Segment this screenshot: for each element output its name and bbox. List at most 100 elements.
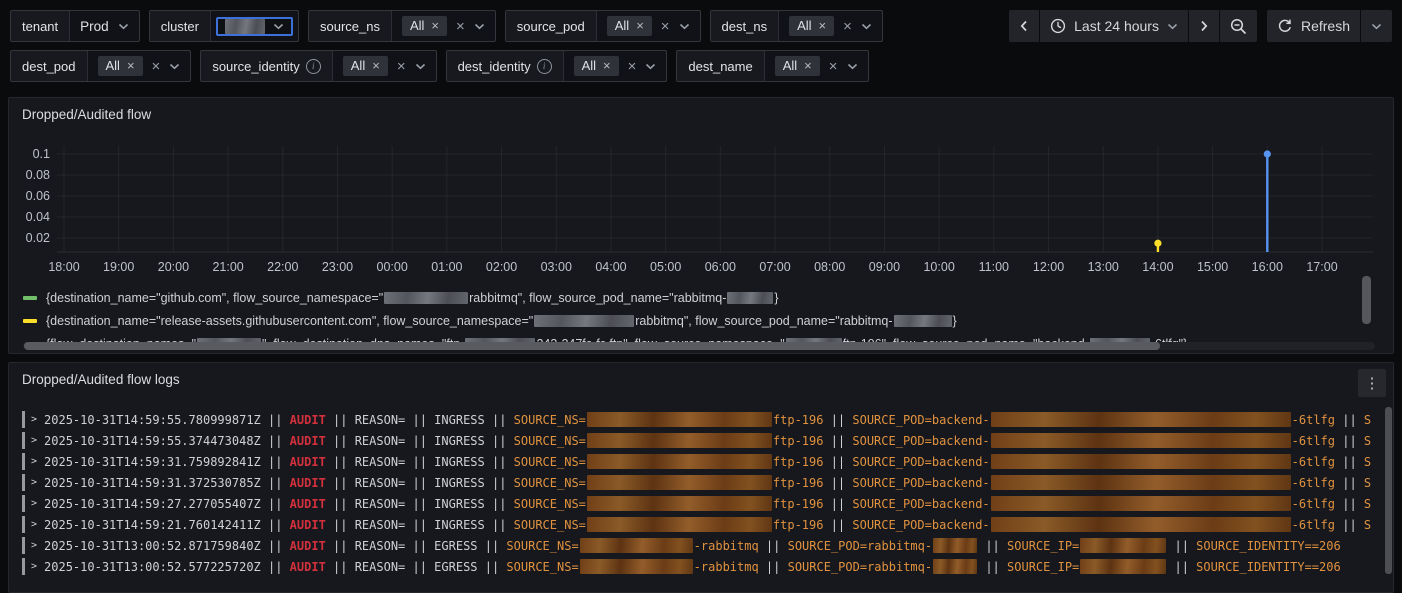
chevron-down-icon — [679, 23, 690, 30]
filter-chip[interactable]: All × — [343, 56, 388, 76]
filter-chip[interactable]: All× — [607, 16, 652, 36]
log-row[interactable]: >2025-10-31T13:00:52.871759840Z || AUDIT… — [22, 535, 1384, 556]
filter-chip[interactable]: All× — [775, 56, 820, 76]
chip-remove-icon[interactable]: × — [819, 18, 827, 34]
legend-series-color-icon — [23, 296, 37, 300]
chip-remove-icon[interactable]: × — [372, 58, 380, 74]
log-expand-icon[interactable]: > — [31, 435, 37, 446]
zoom-out-time-button[interactable] — [1220, 10, 1257, 42]
chevron-down-icon — [861, 23, 872, 30]
redacted-text — [587, 433, 772, 448]
log-expand-icon[interactable]: > — [31, 477, 37, 488]
filter-value[interactable]: Prod — [70, 11, 139, 41]
refresh-interval-dropdown[interactable] — [1361, 10, 1392, 42]
clear-filter-icon[interactable]: × — [152, 59, 161, 74]
clear-filter-icon[interactable]: × — [397, 59, 406, 74]
svg-text:0.04: 0.04 — [26, 210, 50, 224]
filter-value[interactable]: All×× — [765, 51, 868, 81]
filter-value[interactable]: All×× — [392, 11, 495, 41]
refresh-button[interactable]: Refresh — [1267, 10, 1361, 42]
svg-text:15:00: 15:00 — [1197, 260, 1228, 274]
clear-filter-icon[interactable]: × — [661, 19, 670, 34]
redacted-text — [991, 412, 1291, 427]
log-row[interactable]: >2025-10-31T13:00:52.577225720Z || AUDIT… — [22, 556, 1384, 577]
filter-chip[interactable]: All× — [574, 56, 619, 76]
time-range-picker-button[interactable]: Last 24 hours — [1040, 10, 1189, 42]
chevron-down-icon — [645, 63, 656, 70]
log-line: 2025-10-31T14:59:31.372530785Z || AUDIT … — [44, 475, 1371, 490]
redacted-text — [894, 315, 952, 327]
filter-tenant[interactable]: tenantProd — [10, 10, 140, 42]
filter-chip[interactable]: All× — [402, 16, 447, 36]
filter-chip-label: All — [351, 58, 365, 74]
logs-vertical-scrollbar[interactable] — [1385, 407, 1392, 589]
panel-menu-kebab-icon[interactable]: ⋮ — [1358, 369, 1386, 397]
svg-text:0.02: 0.02 — [26, 231, 50, 245]
legend-vertical-scrollbar[interactable] — [1362, 276, 1371, 324]
log-row[interactable]: >2025-10-31T14:59:27.277055407Z || AUDIT… — [22, 493, 1384, 514]
filter-value[interactable] — [211, 11, 298, 41]
log-row[interactable]: >2025-10-31T14:59:31.759892841Z || AUDIT… — [22, 451, 1384, 472]
filter-selected-value: Prod — [80, 19, 109, 34]
chip-remove-icon[interactable]: × — [804, 58, 812, 74]
chip-remove-icon[interactable]: × — [127, 58, 135, 74]
legend-horizontal-scroll-thumb[interactable] — [24, 342, 1160, 350]
log-expand-icon[interactable]: > — [31, 456, 37, 467]
log-line: 2025-10-31T14:59:31.759892841Z || AUDIT … — [44, 454, 1371, 469]
log-row[interactable]: >2025-10-31T14:59:55.374473048Z || AUDIT… — [22, 430, 1384, 451]
logs-vertical-scroll-thumb[interactable] — [1385, 407, 1392, 574]
filter-dest_ns[interactable]: dest_nsAll×× — [710, 10, 883, 42]
filter-value[interactable]: All×× — [779, 11, 882, 41]
svg-text:09:00: 09:00 — [869, 260, 900, 274]
chip-remove-icon[interactable]: × — [431, 18, 439, 34]
log-row[interactable]: >2025-10-31T14:59:21.760142411Z || AUDIT… — [22, 514, 1384, 535]
flow-chart[interactable]: 18:0019:0020:0021:0022:0023:0000:0001:00… — [13, 132, 1387, 282]
svg-text:13:00: 13:00 — [1088, 260, 1119, 274]
legend-horizontal-scrollbar[interactable] — [23, 342, 1375, 350]
svg-text:0.06: 0.06 — [26, 189, 50, 203]
filter-value[interactable]: All×× — [564, 51, 667, 81]
cluster-select-focused[interactable] — [216, 17, 293, 36]
clear-filter-icon[interactable]: × — [829, 59, 838, 74]
filter-dest_name[interactable]: dest_nameAll×× — [676, 50, 868, 82]
svg-text:04:00: 04:00 — [595, 260, 626, 274]
legend-series-label: {destination_name="release-assets.github… — [46, 314, 957, 328]
filter-value[interactable]: All×× — [597, 11, 700, 41]
filter-source_ns[interactable]: source_nsAll×× — [308, 10, 496, 42]
legend-row[interactable]: {destination_name="release-assets.github… — [17, 309, 1363, 332]
flow-panel-title[interactable]: Dropped/Audited flow — [22, 107, 151, 122]
filter-value[interactable]: All×× — [88, 51, 191, 81]
svg-text:20:00: 20:00 — [158, 260, 189, 274]
log-expand-icon[interactable]: > — [31, 414, 37, 425]
log-row[interactable]: >2025-10-31T14:59:31.372530785Z || AUDIT… — [22, 472, 1384, 493]
clear-filter-icon[interactable]: × — [843, 19, 852, 34]
log-expand-icon[interactable]: > — [31, 561, 37, 572]
chip-remove-icon[interactable]: × — [636, 18, 644, 34]
log-row[interactable]: >2025-10-31T14:59:55.780999871Z || AUDIT… — [22, 409, 1384, 430]
info-icon[interactable]: i — [537, 59, 552, 74]
filter-dest_identity[interactable]: dest_identityiAll×× — [446, 50, 668, 82]
info-icon[interactable]: i — [306, 59, 321, 74]
clock-icon — [1050, 18, 1066, 34]
filter-value[interactable]: All × × — [333, 51, 436, 81]
filter-chip[interactable]: All× — [789, 16, 834, 36]
legend-row[interactable]: {flow_destination_names="", flow_destina… — [17, 332, 1363, 342]
clear-filter-icon[interactable]: × — [456, 19, 465, 34]
time-shift-back-button[interactable] — [1009, 10, 1040, 42]
time-shift-forward-button[interactable] — [1189, 10, 1220, 42]
filter-dest_pod[interactable]: dest_podAll×× — [10, 50, 191, 82]
filter-source_pod[interactable]: source_podAll×× — [505, 10, 701, 42]
chip-remove-icon[interactable]: × — [603, 58, 611, 74]
log-expand-icon[interactable]: > — [31, 519, 37, 530]
svg-text:03:00: 03:00 — [541, 260, 572, 274]
log-expand-icon[interactable]: > — [31, 498, 37, 509]
clear-filter-icon[interactable]: × — [628, 59, 637, 74]
filter-source_identity[interactable]: source_identityiAll×× — [200, 50, 436, 82]
svg-text:10:00: 10:00 — [923, 260, 954, 274]
filter-cluster[interactable]: cluster — [149, 10, 299, 42]
filter-chip[interactable]: All× — [98, 56, 143, 76]
logs-panel-title[interactable]: Dropped/Audited flow logs — [22, 372, 180, 387]
legend-row[interactable]: {destination_name="github.com", flow_sou… — [17, 286, 1363, 309]
refresh-icon — [1277, 18, 1293, 34]
log-expand-icon[interactable]: > — [31, 540, 37, 551]
